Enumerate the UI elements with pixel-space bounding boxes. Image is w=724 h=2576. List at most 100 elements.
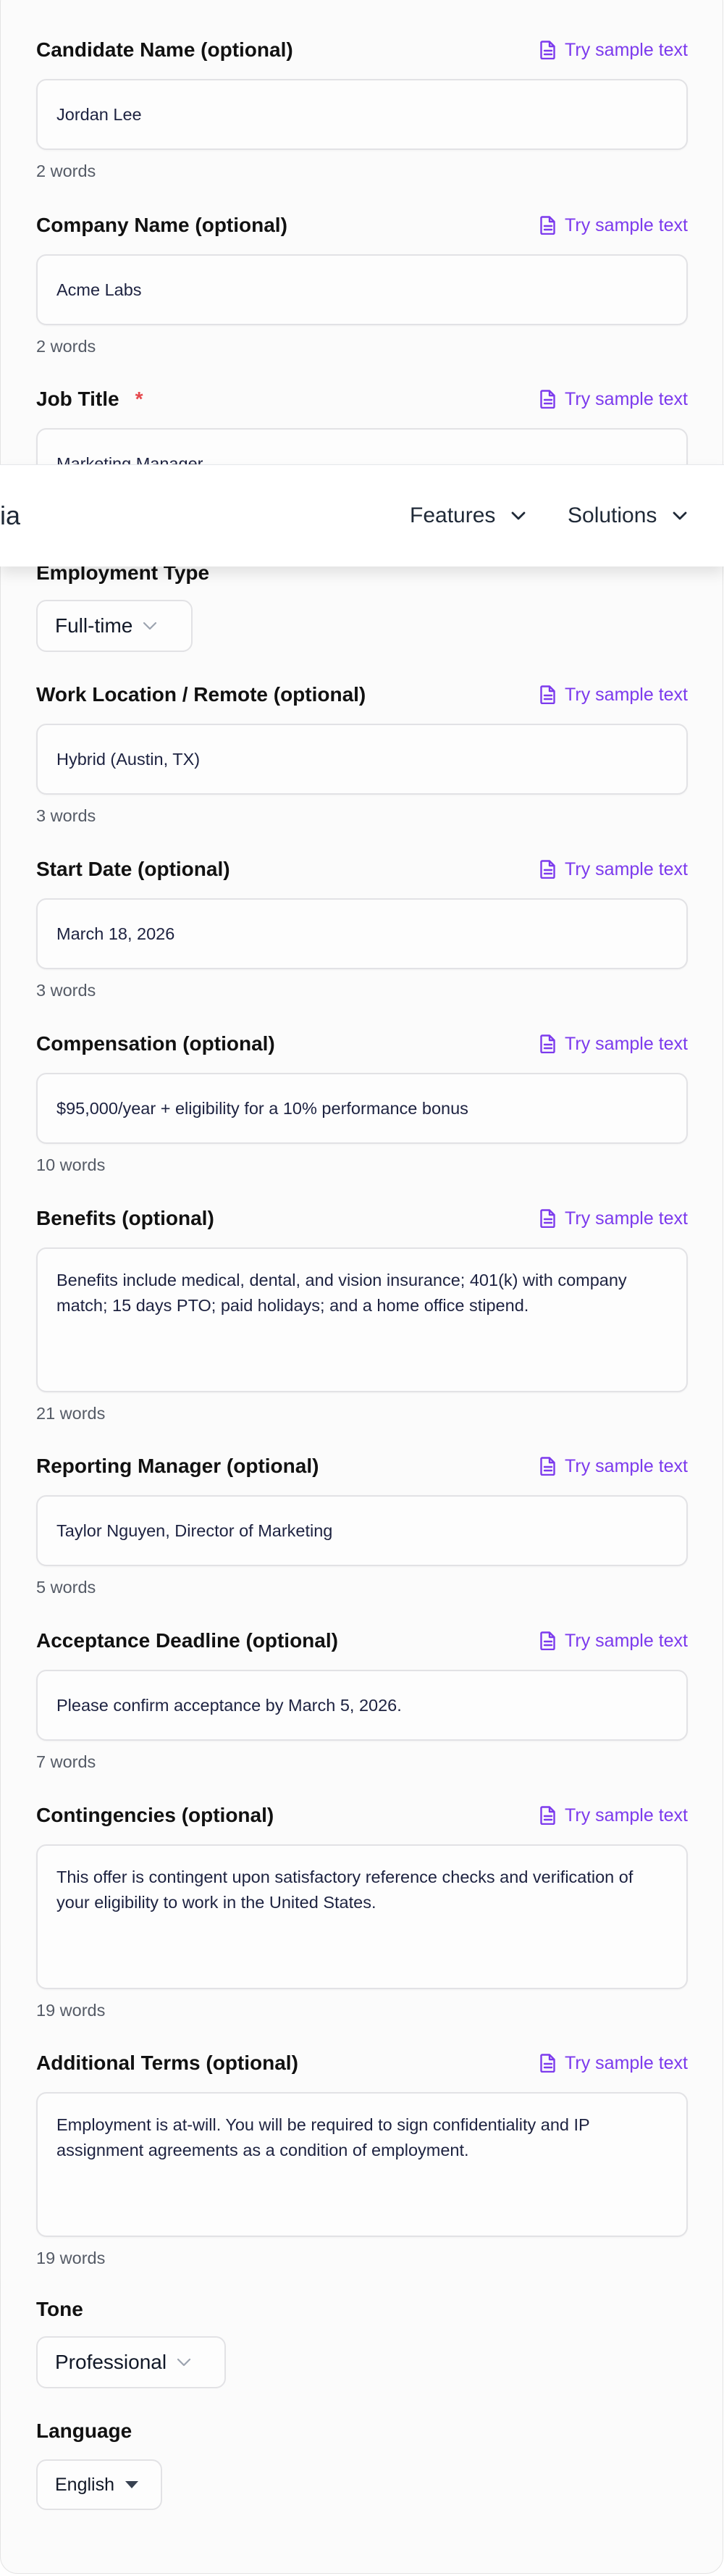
input-value: Jordan Lee <box>56 104 142 124</box>
input-value: Hybrid (Austin, TX) <box>56 749 201 769</box>
document-icon <box>540 860 555 879</box>
reporting-manager-field: Reporting Manager (optional) Try sample … <box>36 1454 688 1598</box>
field-label: Acceptance Deadline (optional) <box>36 1629 338 1652</box>
field-label: Benefits (optional) <box>36 1207 214 1229</box>
document-icon <box>540 2054 555 2073</box>
try-sample-text-label: Try sample text <box>565 858 688 879</box>
work-location-input[interactable]: Hybrid (Austin, TX) <box>36 724 688 795</box>
chevron-down-icon <box>177 2358 191 2367</box>
try-sample-text-link[interactable]: Try sample text <box>540 1454 688 1479</box>
try-sample-text-label: Try sample text <box>565 684 688 705</box>
sticky-navbar: ia Features Solutions <box>0 464 724 566</box>
contingencies-field: Contingencies (optional) Try sample text… <box>36 1803 688 2021</box>
nav-item-label: Features <box>410 503 496 527</box>
input-value: This offer is contingent upon satisfacto… <box>56 1868 634 1912</box>
company-name-field: Company Name (optional) Try sample text … <box>36 213 688 357</box>
word-count: 2 words <box>36 162 96 180</box>
caret-down-icon <box>125 2481 138 2488</box>
field-label: Compensation (optional) <box>36 1032 275 1055</box>
field-label: Additional Terms (optional) <box>36 2052 298 2074</box>
language-label: Language <box>36 2420 132 2442</box>
try-sample-text-link[interactable]: Try sample text <box>540 682 688 707</box>
input-value: $95,000/year + eligibility for a 10% per… <box>56 1098 468 1118</box>
word-count: 19 words <box>36 2001 106 2020</box>
document-icon <box>540 390 555 409</box>
document-icon <box>540 1209 555 1228</box>
selected-value: English <box>55 2474 114 2495</box>
input-value: Benefits include medical, dental, and vi… <box>56 1271 627 1315</box>
field-label: Candidate Name (optional) <box>36 38 293 61</box>
nav-features[interactable]: Features <box>410 501 526 530</box>
try-sample-text-label: Try sample text <box>565 1208 688 1229</box>
document-icon <box>540 685 555 704</box>
additional-terms-textarea[interactable]: Employment is at-will. You will be requi… <box>36 2092 688 2237</box>
input-value: Acme Labs <box>56 280 142 299</box>
field-label: Start Date (optional) <box>36 858 230 880</box>
chevron-down-icon <box>143 622 157 630</box>
word-count: 19 words <box>36 2249 106 2267</box>
document-icon <box>540 1806 555 1825</box>
tone-select[interactable]: Professional <box>36 2336 226 2388</box>
word-count: 21 words <box>36 1404 106 1423</box>
chevron-down-icon <box>673 511 687 520</box>
try-sample-text-label: Try sample text <box>565 1455 688 1476</box>
document-icon <box>540 1034 555 1053</box>
acceptance-deadline-input[interactable]: Please confirm acceptance by March 5, 20… <box>36 1670 688 1741</box>
try-sample-text-link[interactable]: Try sample text <box>540 2051 688 2075</box>
candidate-name-input[interactable]: Jordan Lee <box>36 79 688 150</box>
try-sample-text-label: Try sample text <box>565 2052 688 2073</box>
reporting-manager-input[interactable]: Taylor Nguyen, Director of Marketing <box>36 1495 688 1566</box>
try-sample-text-link[interactable]: Try sample text <box>540 213 688 238</box>
try-sample-text-label: Try sample text <box>565 1805 688 1826</box>
additional-terms-field: Additional Terms (optional) Try sample t… <box>36 2051 688 2269</box>
try-sample-text-link[interactable]: Try sample text <box>540 1803 688 1828</box>
tone-label: Tone <box>36 2298 83 2320</box>
nav-item-label: Solutions <box>568 503 657 527</box>
nav-solutions[interactable]: Solutions <box>568 501 687 530</box>
try-sample-text-label: Try sample text <box>565 1033 688 1054</box>
input-value: March 18, 2026 <box>56 924 175 943</box>
word-count: 7 words <box>36 1752 96 1771</box>
word-count: 10 words <box>36 1155 106 1174</box>
logo-text-fragment: ia <box>0 501 21 530</box>
company-name-input[interactable]: Acme Labs <box>36 254 688 325</box>
try-sample-text-link[interactable]: Try sample text <box>540 1032 688 1056</box>
required-asterisk: * <box>135 388 143 410</box>
field-label: Work Location / Remote (optional) <box>36 683 366 706</box>
try-sample-text-link[interactable]: Try sample text <box>540 1206 688 1231</box>
selected-value: Professional <box>55 2351 167 2373</box>
benefits-field: Benefits (optional) Try sample text Bene… <box>36 1206 688 1424</box>
selected-value: Full-time <box>55 614 133 637</box>
employment-type-select[interactable]: Full-time <box>36 600 193 652</box>
try-sample-text-link[interactable]: Try sample text <box>540 1628 688 1653</box>
start-date-input[interactable]: March 18, 2026 <box>36 898 688 969</box>
try-sample-text-link[interactable]: Try sample text <box>540 857 688 882</box>
benefits-textarea[interactable]: Benefits include medical, dental, and vi… <box>36 1247 688 1392</box>
try-sample-text-link[interactable]: Try sample text <box>540 387 688 411</box>
work-location-field: Work Location / Remote (optional) Try sa… <box>36 682 688 827</box>
language-select[interactable]: English <box>36 2459 162 2510</box>
try-sample-text-label: Try sample text <box>565 39 688 60</box>
start-date-field: Start Date (optional) Try sample text Ma… <box>36 857 688 1001</box>
document-icon <box>540 1457 555 1476</box>
word-count: 2 words <box>36 337 96 356</box>
input-value: Taylor Nguyen, Director of Marketing <box>56 1521 333 1540</box>
contingencies-textarea[interactable]: This offer is contingent upon satisfacto… <box>36 1844 688 1989</box>
field-label: Company Name (optional) <box>36 214 287 236</box>
acceptance-deadline-field: Acceptance Deadline (optional) Try sampl… <box>36 1628 688 1773</box>
input-value: Please confirm acceptance by March 5, 20… <box>56 1695 402 1715</box>
document-icon <box>540 216 555 235</box>
word-count: 3 words <box>36 981 96 1000</box>
field-label: Reporting Manager (optional) <box>36 1455 319 1477</box>
word-count: 3 words <box>36 806 96 825</box>
input-value: Employment is at-will. You will be requi… <box>56 2115 590 2159</box>
document-icon <box>540 1631 555 1650</box>
try-sample-text-label: Try sample text <box>565 388 688 409</box>
compensation-input[interactable]: $95,000/year + eligibility for a 10% per… <box>36 1073 688 1144</box>
chevron-down-icon <box>511 511 526 520</box>
field-label: Contingencies (optional) <box>36 1804 274 1826</box>
try-sample-text-link[interactable]: Try sample text <box>540 38 688 62</box>
word-count: 5 words <box>36 1578 96 1597</box>
document-icon <box>540 41 555 59</box>
try-sample-text-label: Try sample text <box>565 214 688 235</box>
